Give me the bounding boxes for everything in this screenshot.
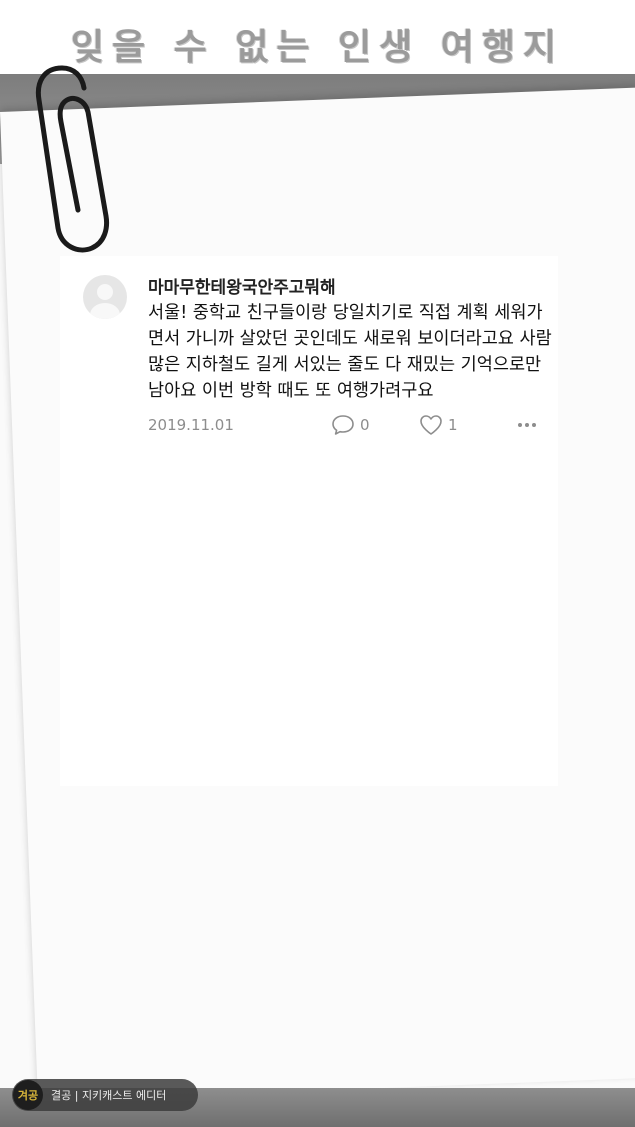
post-body-text: 서울! 중학교 친구들이랑 당일치기로 직접 계획 세워가면서 가니까 살았던 … bbox=[148, 303, 552, 401]
like-count: 1 bbox=[448, 416, 458, 434]
heart-icon bbox=[420, 415, 442, 435]
post-date: 2019.11.01 bbox=[148, 416, 234, 434]
comment-count: 0 bbox=[360, 416, 370, 434]
default-avatar-icon[interactable] bbox=[83, 275, 127, 319]
comment-button[interactable]: 0 bbox=[331, 412, 370, 438]
editor-credit: 결공 | 지키캐스트 에디터 bbox=[51, 1089, 167, 1102]
comment-bubble-icon bbox=[332, 415, 354, 435]
more-dots-icon[interactable] bbox=[518, 412, 536, 438]
like-button[interactable]: 1 bbox=[419, 412, 458, 438]
paperclip-icon bbox=[35, 65, 110, 253]
post-username[interactable]: 마마무한테왕국안주고뭐해 bbox=[148, 273, 336, 298]
editor-badge: 겨공 결공 | 지키캐스트 에디터 bbox=[12, 1079, 198, 1111]
editor-logo: 겨공 bbox=[13, 1080, 43, 1110]
